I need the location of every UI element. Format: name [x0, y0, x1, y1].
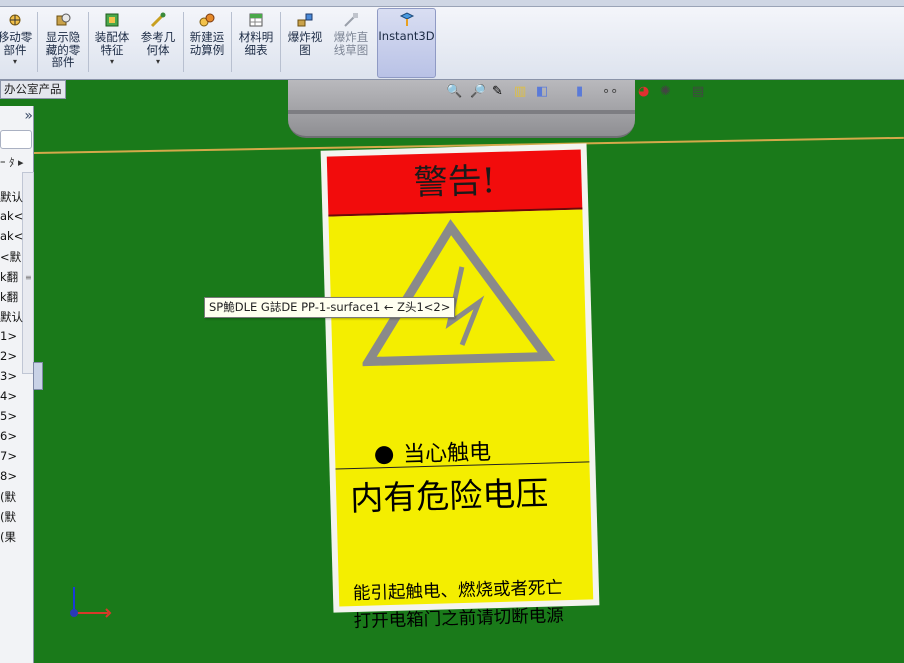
- tree-item[interactable]: 2>: [0, 349, 17, 363]
- tree-item[interactable]: ak<: [0, 229, 23, 243]
- tree-item[interactable]: 7>: [0, 449, 17, 463]
- tree-item[interactable]: 6>: [0, 429, 17, 443]
- bill-of-materials-button[interactable]: 材料明 细表: [234, 10, 278, 76]
- instant3d-icon: [399, 12, 414, 26]
- bom-label: 材料明 细表: [238, 30, 274, 57]
- assembly-feature-label: 装配体 特征: [94, 30, 130, 57]
- explode-line-sketch-icon: [344, 13, 358, 27]
- high-voltage-triangle-icon: [360, 219, 556, 367]
- tree-item[interactable]: 5>: [0, 409, 17, 423]
- divider: [183, 12, 184, 72]
- show-hidden-icon: [56, 13, 71, 26]
- edit-appearance-icon[interactable]: ◕: [638, 84, 649, 99]
- new-motion-study-button[interactable]: 新建运 动算例: [185, 10, 229, 76]
- chevron-down-icon[interactable]: ▾: [90, 56, 134, 69]
- show-hidden-components-button[interactable]: 显示隐 藏的零 部件: [40, 10, 86, 76]
- tree-item[interactable]: ak<: [0, 209, 23, 223]
- previous-view-icon[interactable]: ✎: [492, 84, 503, 99]
- instant3d-button[interactable]: Instant3D: [377, 8, 436, 78]
- tree-item[interactable]: 默认: [0, 309, 23, 325]
- tree-item[interactable]: 默认: [0, 189, 23, 205]
- hide-show-items-icon[interactable]: ∘∘: [602, 84, 618, 99]
- tree-item[interactable]: k翻: [0, 269, 18, 285]
- sign-header: 警告!: [326, 149, 583, 217]
- move-component-label: 移动零 部件: [0, 30, 33, 57]
- zoom-to-fit-icon[interactable]: 🔍: [446, 84, 462, 99]
- motion-study-icon: [199, 13, 215, 27]
- collapse-panel-button[interactable]: »: [0, 106, 33, 126]
- tree-item[interactable]: (默: [0, 489, 16, 505]
- tree-item[interactable]: k翻: [0, 289, 18, 305]
- exploded-view-button[interactable]: 爆炸视 图: [283, 10, 327, 76]
- apply-scene-icon[interactable]: ✺: [660, 84, 671, 99]
- tree-item[interactable]: <默: [0, 249, 21, 265]
- explode-line-sketch-label: 爆炸直 线草图: [333, 30, 369, 57]
- divider: [231, 12, 232, 72]
- sign-body: 当心触电 内有危险电压 能引起触电、燃烧或者死亡 打开电箱门之前请切断电源: [328, 209, 594, 632]
- axis-triad-icon: [70, 587, 112, 618]
- section-view-icon[interactable]: ▥: [514, 84, 526, 99]
- tree-item[interactable]: 8>: [0, 469, 17, 483]
- move-component-icon: [9, 14, 21, 26]
- tree-item[interactable]: (果: [0, 529, 16, 545]
- tab-office-products[interactable]: 办公室产品: [0, 80, 66, 99]
- filter-icon[interactable]: ｰ ﾀ ▸: [0, 154, 24, 170]
- assembly-feature-icon: [105, 13, 119, 27]
- main-warning-text: 内有危险电压: [349, 473, 549, 519]
- warning-line-2: 打开电箱门之前请切断电源: [353, 606, 564, 633]
- ribbon-top-strip: [0, 0, 904, 7]
- warning-sign-model[interactable]: 警告! 当心触电 内有危险电压 能引起触电、燃烧或者死亡 打开电箱门之前请切断电…: [320, 143, 600, 632]
- tree-item[interactable]: 3>: [0, 369, 17, 383]
- assembly-feature-button[interactable]: 装配体 特征 ▾: [90, 10, 134, 76]
- caution-text: 当心触电: [402, 440, 492, 468]
- display-style-icon[interactable]: ▮: [576, 84, 583, 99]
- command-manager-ribbon: 移动零 部件 ▾ 显示隐 藏的零 部件 装配体 特征 ▾ 参考几 何体 ▾ 新建…: [0, 0, 904, 80]
- exploded-view-icon: [297, 13, 313, 27]
- exploded-view-label: 爆炸视 图: [287, 30, 323, 57]
- zoom-to-area-icon[interactable]: 🔎: [470, 84, 486, 99]
- scroll-grip-icon: ≡: [25, 273, 32, 282]
- reference-geometry-button[interactable]: 参考几 何体 ▾: [136, 10, 180, 76]
- divider: [88, 12, 89, 72]
- divider: [37, 12, 38, 72]
- view-settings-icon[interactable]: ▤: [692, 84, 704, 99]
- bullet-dot: [374, 445, 394, 465]
- filter-input[interactable]: [0, 130, 32, 149]
- tree-item[interactable]: 4>: [0, 389, 17, 403]
- view-orientation-icon[interactable]: ◧: [536, 84, 548, 99]
- show-hidden-label: 显示隐 藏的零 部件: [45, 30, 81, 69]
- divider: [280, 12, 281, 72]
- reference-geometry-icon: [150, 12, 166, 28]
- table-icon: [249, 13, 263, 27]
- tree-item[interactable]: (默: [0, 509, 16, 525]
- vertical-scrollbar[interactable]: ≡: [22, 172, 34, 374]
- move-component-button[interactable]: 移动零 部件 ▾: [0, 10, 34, 76]
- warning-line-1: 能引起触电、燃烧或者死亡: [352, 578, 564, 605]
- panel-resize-handle[interactable]: [33, 362, 43, 390]
- tree-item[interactable]: 1>: [0, 329, 17, 343]
- sign-header-text: 警告!: [413, 160, 496, 204]
- reference-geometry-label: 参考几 何体: [140, 30, 176, 57]
- explode-line-sketch-button[interactable]: 爆炸直 线草图: [329, 10, 373, 76]
- feature-manager-panel: » ｰ ﾀ ▸ ≡ 默认 ak< ak< <默 k翻 k翻 默认 1> 2> 3> 4> 5> 6> 7>…: [0, 106, 34, 663]
- chevron-down-icon[interactable]: ▾: [136, 56, 180, 69]
- heads-up-view-toolbar: 🔍 🔎 ✎ ▥ ◧ ▮ ∘∘ ◕ ✺ ▤: [442, 84, 722, 106]
- instant3d-label: Instant3D: [378, 29, 435, 43]
- disc-rim: [288, 110, 635, 114]
- hover-tooltip: SP鮠DLE G誌DE PP-1-surface1 ← Z头1<2>: [204, 297, 456, 318]
- motion-study-label: 新建运 动算例: [189, 30, 225, 57]
- chevron-down-icon[interactable]: ▾: [0, 56, 34, 69]
